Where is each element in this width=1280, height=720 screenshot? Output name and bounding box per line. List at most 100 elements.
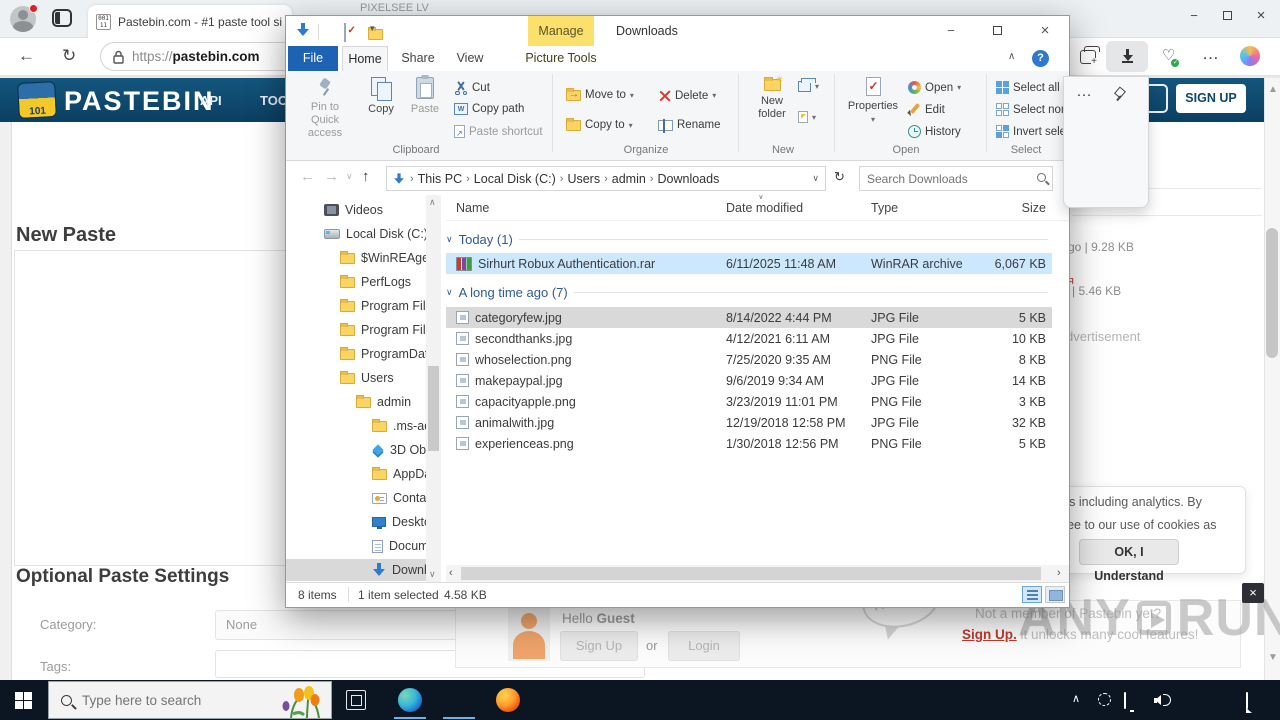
flyout-pin-icon[interactable] bbox=[1112, 87, 1125, 100]
task-view-button[interactable] bbox=[346, 690, 366, 710]
column-name[interactable]: Name bbox=[446, 201, 716, 215]
qat-customize-icon[interactable] bbox=[370, 23, 375, 34]
group-header-long-ago[interactable]: A long time ago (7) bbox=[446, 282, 1052, 302]
copy-button[interactable]: Copy bbox=[360, 77, 402, 116]
file-row-makepaypal[interactable]: makepaypal.jpg 9/6/2019 9:34 AM JPG File… bbox=[446, 370, 1052, 391]
open-button[interactable]: Open bbox=[908, 81, 961, 94]
manage-contextual-tab[interactable]: Manage bbox=[528, 16, 594, 46]
nav-up-button[interactable] bbox=[362, 168, 370, 185]
scroll-down-arrow[interactable]: ▼ bbox=[1268, 652, 1278, 663]
tab-view[interactable]: View bbox=[448, 46, 492, 71]
file-row-experienceas[interactable]: experienceas.png 1/30/2018 12:56 PM PNG … bbox=[446, 433, 1052, 454]
taskbar-firefox-icon[interactable] bbox=[496, 688, 520, 712]
copy-to-button[interactable]: Copy to bbox=[566, 117, 633, 131]
browser-minimize-button[interactable] bbox=[1183, 6, 1205, 26]
cookie-ok-button[interactable]: OK, I Understand bbox=[1079, 539, 1179, 583]
tree-item-videos[interactable]: Videos bbox=[324, 199, 441, 221]
file-row-capacityapple[interactable]: capacityapple.png 3/23/2019 11:01 PM PNG… bbox=[446, 391, 1052, 412]
taskbar-edge-icon[interactable] bbox=[398, 688, 422, 712]
browser-close-button[interactable] bbox=[1250, 6, 1272, 26]
nav-api[interactable]: API bbox=[200, 93, 222, 108]
tree-item-local-disk[interactable]: Local Disk (C:) bbox=[324, 223, 441, 245]
pastebin-logo-icon[interactable]: 101 bbox=[17, 81, 57, 119]
paste-shortcut-button[interactable]: Paste shortcut bbox=[454, 125, 543, 138]
easy-access-button[interactable] bbox=[798, 111, 816, 123]
tab-share[interactable]: Share bbox=[394, 46, 442, 71]
qat-properties-icon[interactable] bbox=[344, 23, 347, 42]
page-scrollbar-thumb[interactable] bbox=[1266, 228, 1278, 358]
breadcrumb-local-disk[interactable]: Local Disk (C:) bbox=[474, 172, 556, 186]
nav-recent-dropdown[interactable] bbox=[346, 171, 353, 182]
group-header-today[interactable]: Today (1) bbox=[446, 229, 1052, 249]
edit-button[interactable]: Edit bbox=[908, 103, 945, 116]
move-to-button[interactable]: Move to bbox=[566, 87, 634, 101]
recent-paste-fragment[interactable]: | 5.46 KB bbox=[1072, 284, 1121, 298]
collapse-ribbon-icon[interactable] bbox=[1008, 51, 1015, 62]
scroll-up-arrow[interactable]: ▲ bbox=[1268, 84, 1278, 95]
file-row-categoryfew[interactable]: categoryfew.jpg 8/14/2022 4:44 PM JPG Fi… bbox=[446, 307, 1052, 328]
tray-show-hidden-icons[interactable] bbox=[1072, 692, 1080, 705]
file-row-animalwith[interactable]: animalwith.jpg 12/19/2018 12:58 PM JPG F… bbox=[446, 412, 1052, 433]
tree-scroll-down-arrow[interactable] bbox=[429, 569, 436, 580]
file-row-sirhurt-rar[interactable]: Sirhurt Robux Authentication.rar 6/11/20… bbox=[446, 253, 1052, 274]
breadcrumb-users[interactable]: Users bbox=[567, 172, 600, 186]
explorer-search-box[interactable] bbox=[859, 166, 1053, 191]
browser-refresh-button[interactable] bbox=[62, 46, 76, 66]
explorer-search-input[interactable] bbox=[860, 167, 1030, 190]
file-row-secondthanks[interactable]: secondthanks.jpg 4/12/2021 6:11 AM JPG F… bbox=[446, 328, 1052, 349]
signup-button[interactable]: SIGN UP bbox=[1176, 84, 1246, 113]
column-type[interactable]: Type bbox=[861, 201, 981, 215]
breadcrumb-admin[interactable]: admin bbox=[612, 172, 646, 186]
column-date-modified[interactable]: Date modified bbox=[716, 201, 861, 215]
rename-button[interactable]: Rename bbox=[658, 118, 720, 133]
pin-to-quick-access-button[interactable]: Pin to Quick access bbox=[296, 77, 354, 140]
tray-agent-icon[interactable] bbox=[1098, 693, 1111, 706]
browser-essentials-button[interactable]: ♡ ✓ bbox=[1162, 46, 1180, 67]
breadcrumb-downloads[interactable]: Downloads bbox=[657, 172, 719, 186]
browser-tab-pastebin[interactable]: 001 11 Pastebin.com - #1 paste tool si bbox=[88, 5, 292, 38]
paste-button[interactable]: Paste bbox=[404, 75, 446, 116]
address-dropdown-icon[interactable] bbox=[812, 173, 819, 184]
tree-scroll-up-arrow[interactable] bbox=[429, 197, 436, 208]
tree-scrollbar-thumb[interactable] bbox=[428, 366, 439, 451]
pastebin-brand[interactable]: PASTEBIN bbox=[64, 86, 215, 117]
background-tab-fragment[interactable]: PIXELSEE LV bbox=[360, 2, 429, 16]
promo-signup-link[interactable]: Sign Up. bbox=[962, 627, 1017, 642]
copilot-icon[interactable] bbox=[1240, 46, 1260, 66]
hscroll-thumb[interactable] bbox=[461, 567, 1041, 580]
properties-button[interactable]: Properties bbox=[842, 77, 904, 126]
hscroll-left-arrow[interactable] bbox=[449, 567, 453, 579]
nav-forward-button[interactable] bbox=[324, 168, 339, 185]
notification-close-button[interactable] bbox=[1242, 583, 1264, 603]
breadcrumb-this-pc[interactable]: This PC bbox=[418, 172, 462, 186]
cut-button[interactable]: Cut bbox=[454, 81, 490, 95]
file-row-whoselection[interactable]: whoselection.png 7/25/2020 9:35 AM PNG F… bbox=[446, 349, 1052, 370]
browser-restore-button[interactable] bbox=[1216, 6, 1238, 26]
collapse-group-icon[interactable] bbox=[446, 234, 453, 245]
new-item-button[interactable] bbox=[798, 78, 819, 92]
tab-picture-tools[interactable]: Picture Tools bbox=[514, 46, 608, 71]
new-folder-button[interactable]: Newfolder bbox=[748, 73, 796, 121]
history-button[interactable]: History bbox=[908, 125, 961, 138]
copy-path-button[interactable]: W Copy path bbox=[454, 103, 524, 115]
explorer-maximize-button[interactable] bbox=[980, 16, 1014, 46]
breadcrumb[interactable]: This PC Local Disk (C:) Users admin Down… bbox=[386, 166, 826, 191]
hscroll-right-arrow[interactable] bbox=[1057, 567, 1061, 579]
tree-item-downloads[interactable]: Downloads bbox=[286, 559, 426, 581]
explorer-minimize-button[interactable] bbox=[934, 16, 968, 46]
delete-button[interactable]: Delete bbox=[658, 89, 716, 102]
workspaces-icon[interactable] bbox=[52, 9, 72, 27]
guest-login-button[interactable]: Login bbox=[668, 631, 740, 661]
downloads-toolbar-button[interactable] bbox=[1106, 41, 1148, 72]
select-all-button[interactable]: Select all bbox=[996, 81, 1060, 94]
nav-back-button[interactable] bbox=[300, 168, 315, 185]
action-center-icon[interactable] bbox=[1246, 692, 1248, 709]
guest-signup-button[interactable]: Sign Up bbox=[560, 631, 638, 661]
flyout-menu-button[interactable] bbox=[1076, 83, 1092, 101]
taskbar-search[interactable] bbox=[48, 681, 332, 719]
details-view-button[interactable] bbox=[1022, 586, 1042, 603]
recent-paste-fragment[interactable]: go | 9.28 KB bbox=[1068, 240, 1134, 254]
collapse-group-icon[interactable] bbox=[446, 287, 453, 298]
start-button[interactable] bbox=[0, 680, 48, 720]
tab-home[interactable]: Home bbox=[342, 46, 388, 71]
